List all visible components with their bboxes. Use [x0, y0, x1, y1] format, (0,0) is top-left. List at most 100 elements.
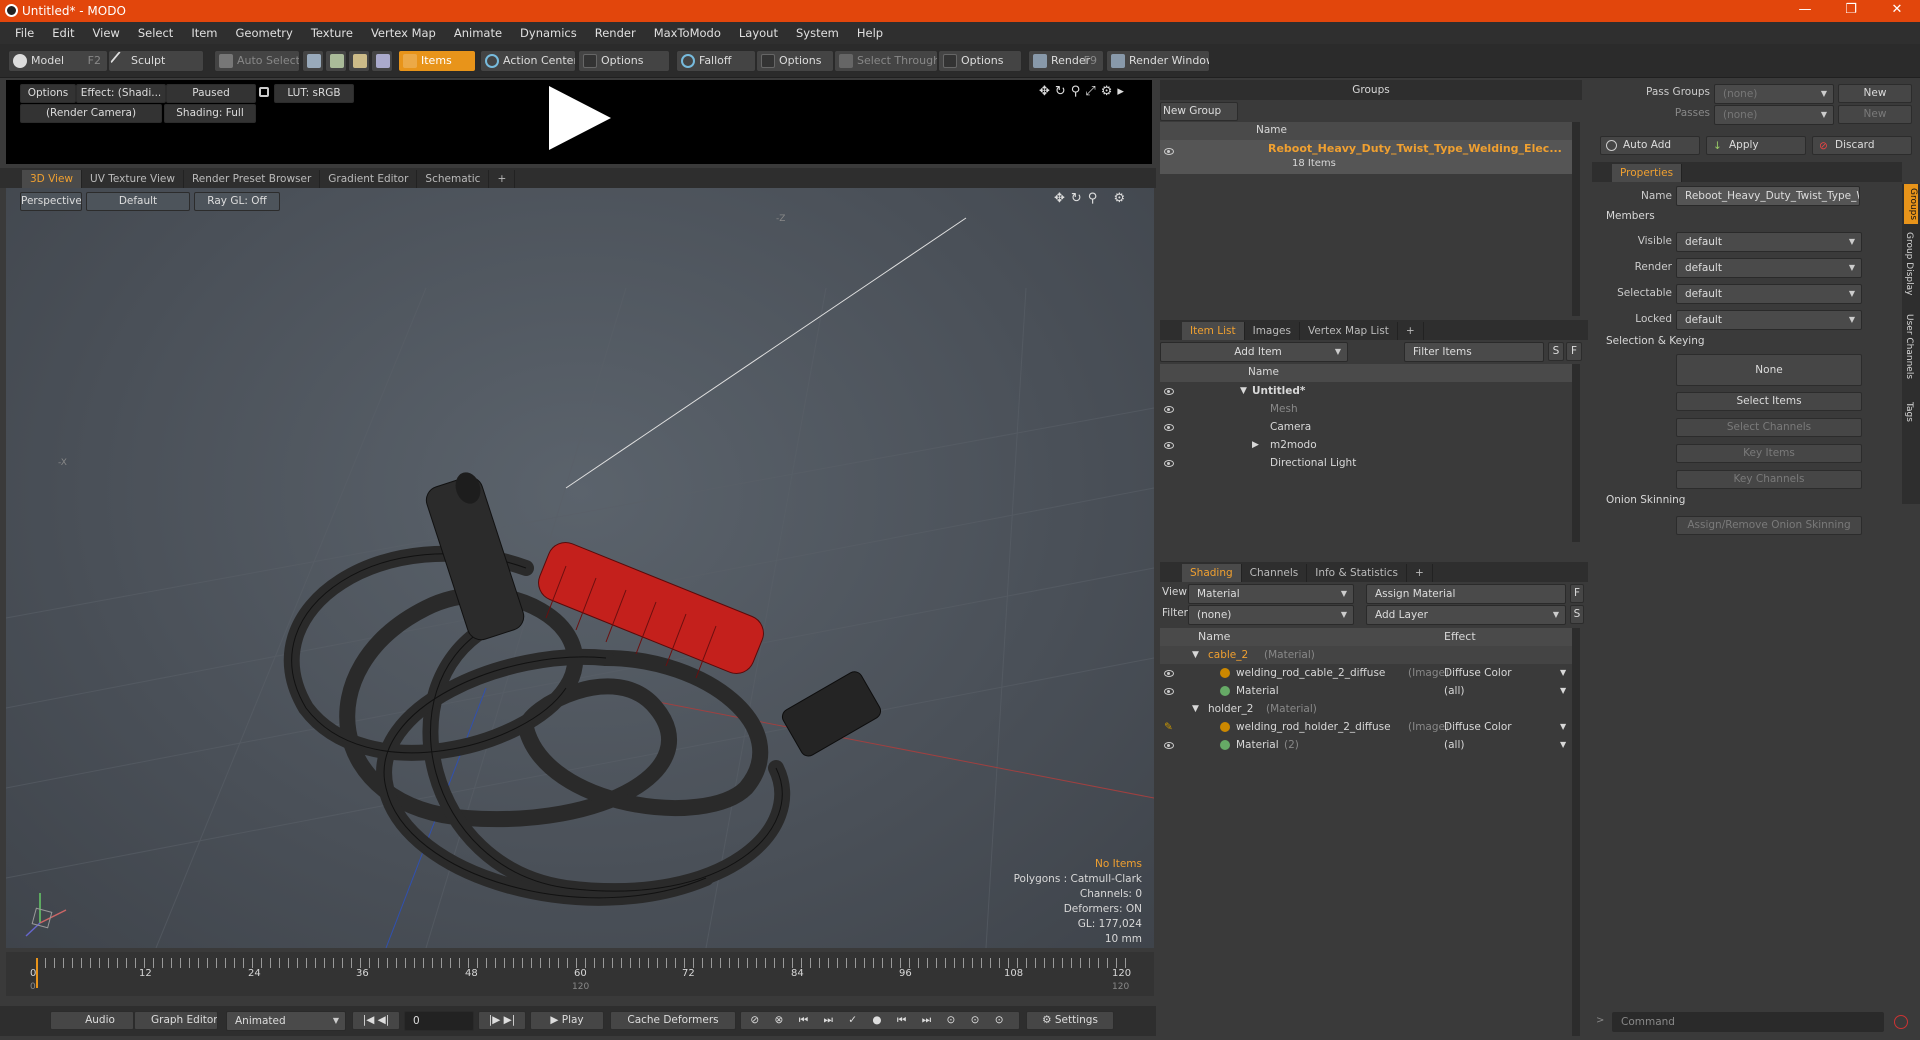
group-name-field[interactable]: Reboot_Heavy_Duty_Twist_Type_W: [1676, 186, 1860, 206]
item-list-scrollbar[interactable]: [1572, 364, 1580, 542]
minimize-button[interactable]: —: [1782, 0, 1828, 22]
selection-keying-section[interactable]: Selection & Keying: [1606, 335, 1705, 347]
audio-button[interactable]: Audio: [50, 1011, 134, 1030]
shader-row-cable-material-layer[interactable]: Material (all) ▼: [1160, 682, 1572, 700]
render-window-button[interactable]: Render Window: [1106, 50, 1210, 72]
transport-next-buttons[interactable]: |▶ ▶|: [478, 1011, 526, 1030]
select-options-button[interactable]: Options: [938, 50, 1022, 72]
group-row-selected[interactable]: Reboot_Heavy_Duty_Twist_Type_Welding_Ele…: [1160, 140, 1572, 174]
item-row-camera[interactable]: Camera: [1160, 418, 1572, 436]
select-items-button[interactable]: Select Items: [1676, 392, 1862, 411]
add-layer-dropdown[interactable]: Add Layer ▼: [1366, 605, 1566, 625]
expand-arrow-icon[interactable]: ▼: [1192, 646, 1199, 664]
assign-material-button[interactable]: Assign Material: [1366, 584, 1566, 604]
lut-dropdown[interactable]: LUT: sRGB: [274, 84, 354, 103]
vertices-mode-button[interactable]: [302, 50, 324, 72]
eye-icon[interactable]: [1164, 388, 1174, 395]
eye-icon[interactable]: [1164, 406, 1174, 413]
shading-s-button[interactable]: S: [1570, 605, 1584, 624]
select-channels-button[interactable]: Select Channels: [1676, 418, 1862, 437]
tab-3d-view[interactable]: 3D View: [22, 170, 83, 188]
key-tools-buttons[interactable]: ⊘ ⊗ ⏮ ⏭ ✓ ● ⏮ ⏭ ⊙ ⊙ ⊙: [740, 1011, 1020, 1030]
preview-effect-dropdown[interactable]: Effect: (Shadi...: [76, 84, 166, 103]
items-mode-button[interactable]: Items: [398, 50, 476, 72]
item-row-scene[interactable]: ▼ Untitled*: [1160, 382, 1572, 400]
eye-icon[interactable]: [1164, 442, 1174, 449]
filter-f-button[interactable]: F: [1566, 342, 1582, 361]
item-row-directional-light[interactable]: Directional Light: [1160, 454, 1572, 472]
brush-icon[interactable]: ✎: [1164, 718, 1173, 736]
auto-add-button[interactable]: Auto Add: [1600, 136, 1700, 155]
menu-maxtomodo[interactable]: MaxToModo: [645, 26, 730, 40]
menu-vertex-map[interactable]: Vertex Map: [362, 26, 445, 40]
shader-row-holder-material-layer[interactable]: Material (2) (all) ▼: [1160, 736, 1572, 754]
filter-items-input[interactable]: Filter Items: [1404, 342, 1544, 362]
menu-view[interactable]: View: [84, 26, 129, 40]
tab-channels[interactable]: Channels: [1242, 564, 1308, 582]
passes-dropdown[interactable]: (none) ▼: [1714, 105, 1834, 125]
shader-row-cable-diffuse[interactable]: welding_rod_cable_2_diffuse (Image) Diffus…: [1160, 664, 1572, 682]
tab-info-statistics[interactable]: Info & Statistics: [1307, 564, 1407, 582]
shader-row-cable-material[interactable]: ▼ cable_2 (Material): [1160, 646, 1572, 664]
add-tab-button[interactable]: +: [489, 170, 516, 188]
chevron-down-icon[interactable]: ▼: [1560, 736, 1566, 754]
perspective-dropdown[interactable]: Perspective: [20, 192, 82, 211]
tab-schematic[interactable]: Schematic: [417, 170, 490, 188]
assign-onion-skinning-button[interactable]: Assign/Remove Onion Skinning: [1676, 516, 1862, 535]
falloff-button[interactable]: Falloff: [676, 50, 756, 72]
shading-dropdown[interactable]: Shading: Full: [164, 104, 256, 123]
menu-layout[interactable]: Layout: [730, 26, 787, 40]
key-channels-button[interactable]: Key Channels: [1676, 470, 1862, 489]
falloff-options-button[interactable]: Options: [756, 50, 834, 72]
side-tab-user-channels[interactable]: User Channels: [1904, 314, 1914, 379]
menu-geometry[interactable]: Geometry: [227, 26, 302, 40]
play-preview-icon[interactable]: [549, 86, 611, 150]
default-style-dropdown[interactable]: Default: [86, 192, 190, 211]
item-row-m2modo[interactable]: ▶ m2modo: [1160, 436, 1572, 454]
eye-icon[interactable]: [1164, 460, 1174, 467]
add-tab-button[interactable]: +: [1398, 322, 1424, 340]
members-section[interactable]: Members: [1606, 210, 1655, 222]
menu-render[interactable]: Render: [586, 26, 645, 40]
preview-paused-button[interactable]: Paused: [166, 84, 256, 103]
filter-s-button[interactable]: S: [1548, 342, 1564, 361]
apply-button[interactable]: ↓ Apply: [1706, 136, 1806, 155]
eye-icon[interactable]: [1164, 670, 1174, 677]
eye-icon[interactable]: [1164, 424, 1174, 431]
new-group-button[interactable]: New Group: [1160, 102, 1238, 121]
item-row-mesh[interactable]: Mesh: [1160, 400, 1572, 418]
edges-mode-button[interactable]: [325, 50, 347, 72]
render-dropdown[interactable]: default ▼: [1676, 258, 1862, 278]
animated-dropdown[interactable]: Animated ▼: [226, 1011, 346, 1031]
preview-options-button[interactable]: Options: [20, 84, 76, 103]
tab-images[interactable]: Images: [1245, 322, 1300, 340]
viewport-nav-icons[interactable]: ✥↻⚲ ⚙: [1054, 191, 1131, 206]
none-button[interactable]: None: [1676, 354, 1862, 386]
chevron-down-icon[interactable]: ▼: [1560, 718, 1566, 736]
graph-editor-button[interactable]: Graph Editor: [134, 1011, 218, 1030]
visible-dropdown[interactable]: default ▼: [1676, 232, 1862, 252]
menu-system[interactable]: System: [787, 26, 848, 40]
timeline[interactable]: 0 12 24 36 48 60 72 84 96 108 120 0 120 …: [6, 952, 1154, 996]
cache-deformers-button[interactable]: Cache Deformers: [610, 1011, 736, 1030]
onion-skinning-section[interactable]: Onion Skinning: [1606, 494, 1685, 506]
key-items-button[interactable]: Key Items: [1676, 444, 1862, 463]
eye-icon[interactable]: [1164, 688, 1174, 695]
select-through-button[interactable]: Select Through: [834, 50, 938, 72]
menu-edit[interactable]: Edit: [43, 26, 83, 40]
play-button[interactable]: ▶ Play: [530, 1011, 604, 1030]
preview-nav-icons[interactable]: ✥↻⚲⤢⚙▸: [1039, 84, 1129, 99]
pass-groups-dropdown[interactable]: (none) ▼: [1714, 84, 1834, 104]
chevron-down-icon[interactable]: ▼: [1560, 682, 1566, 700]
discard-button[interactable]: ⊘ Discard: [1812, 136, 1912, 155]
filter-dropdown[interactable]: (none) ▼: [1188, 605, 1354, 625]
eye-icon[interactable]: [1164, 742, 1174, 749]
3d-viewport[interactable]: -Z -X Perspective Default Ray GL: Off ✥↻…: [6, 188, 1154, 948]
shading-f-button[interactable]: F: [1570, 584, 1584, 603]
sculpt-mode-button[interactable]: Sculpt: [108, 50, 204, 72]
side-tab-groups[interactable]: Groups: [1904, 184, 1918, 224]
menu-texture[interactable]: Texture: [302, 26, 362, 40]
polygons-mode-button[interactable]: [348, 50, 370, 72]
action-center-button[interactable]: Action Center: [480, 50, 576, 72]
menu-help[interactable]: Help: [848, 26, 892, 40]
